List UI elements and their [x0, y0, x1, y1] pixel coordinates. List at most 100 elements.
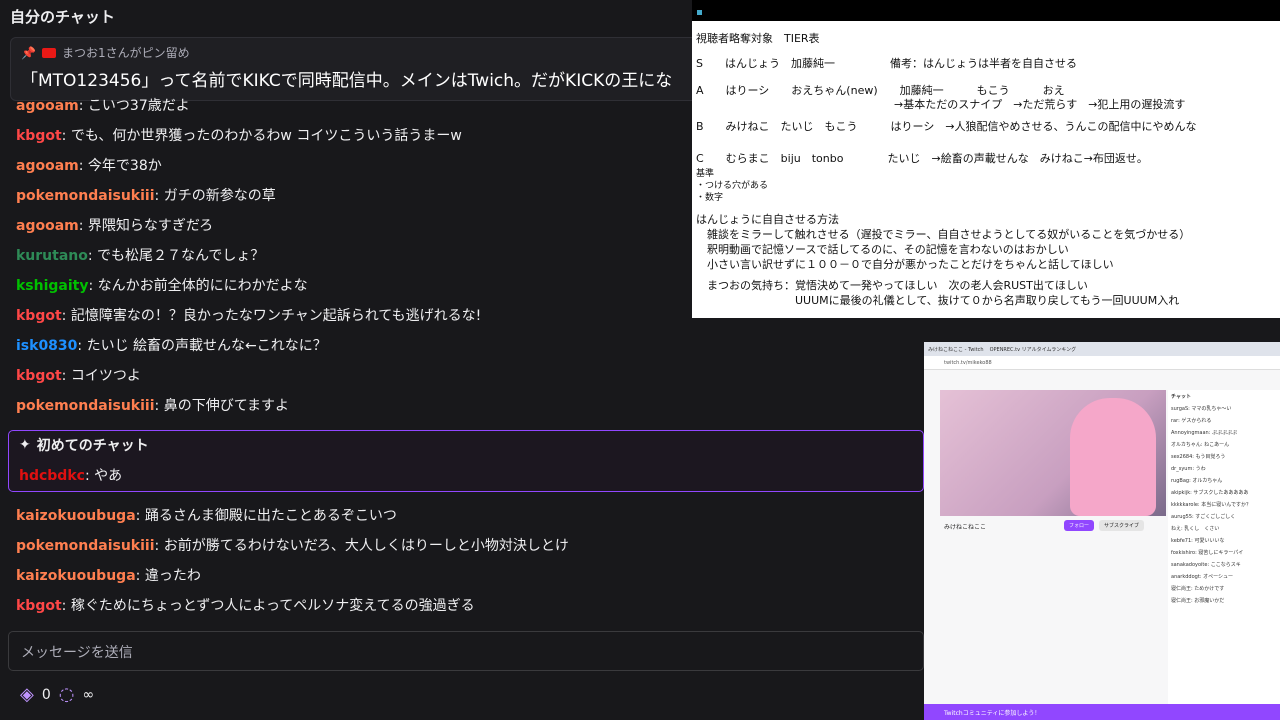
- chat-username[interactable]: kaizokuoubuga: [16, 568, 136, 584]
- twitch-chat-line: sex2684: もう目覚ろう: [1171, 454, 1226, 460]
- tier-line: まつおの気持ち：覚悟決めて一発やってほしい 次の老人会RUST出てほしい: [696, 279, 1088, 292]
- twitch-community-banner[interactable]: Twitchコミュニティに参加しよう！: [924, 704, 1280, 720]
- twitch-chat-line: dr_syum: うわ: [1171, 466, 1206, 472]
- chat-text: : 鼻の下伸びてますよ: [154, 398, 289, 414]
- tier-line: →基本ただのスナイプ →ただ荒らす →犯上用の遅投流す: [696, 98, 1186, 111]
- loading-icon[interactable]: ◌: [59, 684, 75, 705]
- tier-topbar: [692, 0, 1280, 21]
- chat-text: : たいじ 絵畜の声載せんな←これなに？: [77, 338, 327, 354]
- tier-line: ・数字: [696, 193, 724, 203]
- browser-window: みけねこねここ - Twitch OPENREC.tv リアルタイムランキング …: [924, 342, 1280, 720]
- chat-message: kaizokuoubuga: 踊るさんま御殿に出たことあるぞこいつ: [16, 506, 397, 526]
- chat-message: kbgot: 記憶障害なの！？良かったなワンチャン起訴られても逃げれるな!: [16, 306, 481, 326]
- pinned-text: 「MTO123456」って名前でKIKCで同時配信中。メインはTwich。だがK…: [21, 71, 673, 91]
- browser-address-bar[interactable]: twitch.tv/mikeko88: [924, 356, 1280, 370]
- chat-username[interactable]: kshigaity: [16, 278, 89, 294]
- chat-message: agooam: 今年で38か: [16, 156, 162, 176]
- twitch-chat-title: チャット: [1171, 394, 1191, 400]
- twitch-chat-line: rar: ゲスかられる: [1171, 418, 1212, 424]
- tier-line: 視聴者略奪対象 TIER表: [696, 32, 820, 45]
- twitch-chat-line: 寝仁尚王: お邪魔いかだ: [1171, 598, 1225, 604]
- chat-username[interactable]: kbgot: [16, 308, 62, 324]
- twitch-chat-line: surgaS: ママの乳ちゃ〜い: [1171, 406, 1232, 412]
- chat-username[interactable]: agooam: [16, 98, 79, 114]
- chat-username[interactable]: kurutano: [16, 248, 88, 264]
- tier-line: 小さい言い訳せずに１００－０で自分が悪かったことだけをちゃんと話してほしい: [696, 258, 1114, 271]
- chat-username[interactable]: hdcbdkc: [19, 468, 85, 484]
- tier-line: B みけねこ たいじ もこう はりーシ →人狼配信やめさせる、うんこの配信中にや…: [696, 120, 1197, 133]
- tier-line: 雑談をミラーして触れさせる（遅投でミラー、自自させようとしてる奴がいることを気づ…: [696, 228, 1191, 241]
- chat-username[interactable]: pokemondaisukiii: [16, 538, 155, 554]
- diamond-icon[interactable]: ◈: [20, 684, 34, 705]
- bottom-bar: ◈ 0 ◌ ∞: [20, 684, 94, 705]
- chat-username[interactable]: isk0830: [16, 338, 77, 354]
- chat-text: : ガチの新参なの草: [154, 188, 276, 204]
- points-value: 0: [41, 686, 51, 703]
- first-chat-label: 初めてのチャット: [36, 438, 149, 454]
- twitch-chat-line: kebfe71: 可愛いいいな: [1171, 538, 1225, 544]
- chat-text: : でも松尾２７なんでしょ？: [87, 248, 265, 264]
- sparkle-icon: ✦: [19, 437, 31, 453]
- pinned-by-row: 📌 まつお1さんがピン留め: [21, 44, 689, 61]
- follow-button[interactable]: フォロー: [1064, 520, 1095, 531]
- chat-username[interactable]: pokemondaisukiii: [16, 188, 155, 204]
- chat-input[interactable]: メッセージを送信: [8, 631, 924, 671]
- streamer-name[interactable]: みけねこねここ: [944, 522, 986, 531]
- chat-message: pokemondaisukiii: ガチの新参なの草: [16, 186, 276, 206]
- vtuber-avatar: [1070, 398, 1156, 516]
- tier-line: C むらまこ biju tonbo たいじ →絵畜の声載せんな みけねこ→布団返…: [696, 152, 1148, 165]
- subscribe-button[interactable]: サブスクライブ: [1099, 520, 1145, 531]
- chat-message: pokemondaisukiii: お前が勝てるわけないだろ、大人しくはりーしと…: [16, 536, 569, 556]
- twitch-chat-line: sanakadoyoite: ここならスキ: [1171, 562, 1241, 568]
- twitch-chat-line: anarkddogt: オペーシュー: [1171, 574, 1233, 580]
- chat-username[interactable]: kbgot: [16, 598, 62, 614]
- pin-icon: 📌: [21, 45, 36, 60]
- tier-line: はんじょうに自自させる方法: [696, 213, 839, 226]
- twitch-page: みけねこねここ フォロー サブスクライブ チャット surgaS: ママの乳ちゃ…: [924, 370, 1280, 720]
- chat-text: : でも、何か世界獲ったのわかるわw コイツこういう話うまーw: [61, 128, 462, 144]
- chat-message: kurutano: でも松尾２７なんでしょ？: [16, 246, 264, 266]
- tier-topbar-mark: [697, 10, 702, 15]
- chat-text: : コイツつよ: [61, 368, 141, 384]
- first-chat-header: ✦ 初めてのチャット: [19, 435, 913, 455]
- tier-line: S はんじょう 加藤純一 備考：はんじょうは半者を自自させる: [696, 57, 1077, 70]
- infinity-value: ∞: [82, 686, 95, 703]
- chat-message: pokemondaisukiii: 鼻の下伸びてますよ: [16, 396, 289, 416]
- twitch-chat-line: kkkkkarole: 本当に寝いんですか？: [1171, 502, 1251, 508]
- chat-message: kshigaity: なんかお前全体的ににわかだよな: [16, 276, 308, 296]
- chat-username[interactable]: agooam: [16, 218, 79, 234]
- chat-message: agooam: こいつ37歳だよ: [16, 96, 190, 116]
- pinned-by-text: まつお1さんがピン留め: [61, 46, 190, 60]
- chat-username[interactable]: kaizokuoubuga: [16, 508, 136, 524]
- browser-tab-1[interactable]: みけねこねここ - Twitch: [928, 346, 984, 353]
- chat-message: kbgot: コイツつよ: [16, 366, 141, 386]
- chat-username[interactable]: pokemondaisukiii: [16, 398, 155, 414]
- first-chat-box: ✦ 初めてのチャット hdcbdkc: やあ: [8, 430, 924, 492]
- twitch-chat-line: rugBag: オルカちゃん: [1171, 478, 1223, 484]
- chat-text: : 稼ぐためにちょっとずつ人によってペルソナ変えてるの強過ぎる: [61, 598, 475, 614]
- chat-username[interactable]: kbgot: [16, 368, 62, 384]
- twitch-chat-line: akipkijk: サブスクしたあああああ: [1171, 490, 1249, 496]
- stream-video[interactable]: [940, 390, 1166, 516]
- chat-username[interactable]: kbgot: [16, 128, 62, 144]
- twitch-chat-line: aurug55: すごくごしごしく: [1171, 514, 1236, 520]
- chat-text: : やあ: [84, 468, 123, 484]
- chat-text: : 今年で38か: [78, 158, 162, 174]
- chat-username[interactable]: agooam: [16, 158, 79, 174]
- browser-tab-2[interactable]: OPENREC.tv リアルタイムランキング: [990, 346, 1077, 353]
- chat-message: kbgot: 稼ぐためにちょっとずつ人によってペルソナ変えてるの強過ぎる: [16, 596, 475, 616]
- chat-text: : 記憶障害なの！？良かったなワンチャン起訴られても逃げれるな!: [61, 308, 482, 324]
- twitch-chat-line: ねえ: 乳くし くさい: [1171, 526, 1220, 532]
- twitch-chat-line: 寝仁尚王: ためかけです: [1171, 586, 1225, 592]
- chat-text: : こいつ37歳だよ: [78, 98, 190, 114]
- chat-message: agooam: 界隈知らなすぎだろ: [16, 216, 213, 236]
- twitch-chat-line: foxkishiro: 寝苦しにキラーパイ: [1171, 550, 1244, 556]
- tier-line: 釈明動画で記憶ソースで話してるのに、その記憶を言わないのはおかしい: [696, 243, 1069, 256]
- chat-message: isk0830: たいじ 絵畜の声載せんな←これなに？: [16, 336, 327, 356]
- chat-text: : なんかお前全体的ににわかだよな: [88, 278, 308, 294]
- chat-message: kbgot: でも、何か世界獲ったのわかるわw コイツこういう話うまーw: [16, 126, 462, 146]
- chat-text: : 踊るさんま御殿に出たことあるぞこいつ: [135, 508, 397, 524]
- chat-text: : 界隈知らなすぎだろ: [78, 218, 214, 234]
- pinned-message[interactable]: 📌 まつお1さんがピン留め 「MTO123456」って名前でKIKCで同時配信中…: [10, 37, 700, 101]
- tier-line: UUUMに最後の礼儀として、抜けて０から名声取り戻してもう一回UUUM入れ: [696, 294, 1180, 307]
